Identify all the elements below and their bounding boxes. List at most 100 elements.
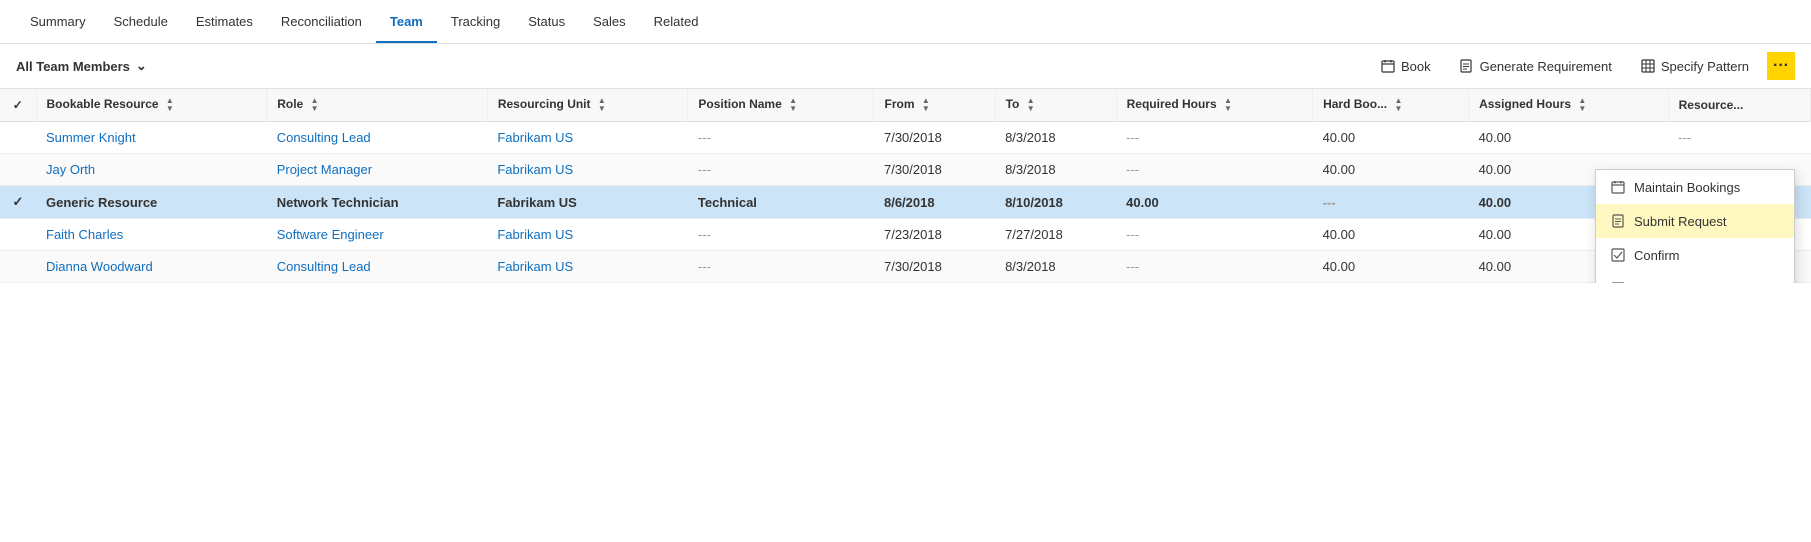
row-role: Software Engineer <box>267 219 488 251</box>
header-bookable-resource[interactable]: Bookable Resource ▲▼ <box>36 89 267 122</box>
team-table: ✓ Bookable Resource ▲▼ Role ▲▼ Resourcin… <box>0 89 1811 283</box>
generate-requirement-button[interactable]: Generate Requirement <box>1449 53 1622 79</box>
header-checkbox[interactable]: ✓ <box>13 98 23 112</box>
row-hard-boo: 40.00 <box>1313 251 1469 283</box>
row-hard-boo: --- <box>1313 186 1469 219</box>
pattern-icon <box>1640 58 1656 74</box>
row-required-hours: --- <box>1116 219 1312 251</box>
row-from: 7/30/2018 <box>874 251 995 283</box>
menu-label: Confirm <box>1634 248 1680 263</box>
tab-related[interactable]: Related <box>640 2 713 43</box>
row-from: 8/6/2018 <box>874 186 995 219</box>
sort-icon: ▲▼ <box>311 97 319 113</box>
resource-name[interactable]: Faith Charles <box>36 219 267 251</box>
sort-icon: ▲▼ <box>598 97 606 113</box>
row-resource-last: --- <box>1668 122 1810 154</box>
sort-icon: ▲▼ <box>1027 97 1035 113</box>
header-from[interactable]: From ▲▼ <box>874 89 995 122</box>
resource-name[interactable]: Dianna Woodward <box>36 251 267 283</box>
tab-sales[interactable]: Sales <box>579 2 640 43</box>
table-row: Faith Charles Software Engineer Fabrikam… <box>0 219 1811 251</box>
header-assigned-hours[interactable]: Assigned Hours ▲▼ <box>1469 89 1669 122</box>
header-resource-last-label: Resource... <box>1679 98 1744 112</box>
menu-item-submit-request[interactable]: Submit Request <box>1596 204 1794 238</box>
row-role: Network Technician <box>267 186 488 219</box>
resource-name[interactable]: Generic Resource <box>36 186 267 219</box>
row-required-hours: --- <box>1116 154 1312 186</box>
menu-item-maintain-bookings[interactable]: Maintain Bookings <box>1596 170 1794 204</box>
row-required-hours: 40.00 <box>1116 186 1312 219</box>
table-row: Jay Orth Project Manager Fabrikam US ---… <box>0 154 1811 186</box>
row-to: 8/10/2018 <box>995 186 1116 219</box>
menu-label: Maintain Bookings <box>1634 180 1740 195</box>
menu-label: Delete <box>1634 282 1672 284</box>
row-position-name: --- <box>688 154 874 186</box>
row-from: 7/23/2018 <box>874 219 995 251</box>
row-role: Project Manager <box>267 154 488 186</box>
delete-icon <box>1610 281 1626 283</box>
menu-item-delete[interactable]: Delete <box>1596 272 1794 283</box>
specify-pattern-button[interactable]: Specify Pattern <box>1630 53 1759 79</box>
header-resourcing-unit[interactable]: Resourcing Unit ▲▼ <box>487 89 688 122</box>
header-from-label: From <box>884 97 914 111</box>
row-check[interactable] <box>0 219 36 251</box>
row-position-name: --- <box>688 122 874 154</box>
sort-icon: ▲▼ <box>1224 97 1232 113</box>
calendar-icon <box>1380 58 1396 74</box>
specify-label: Specify Pattern <box>1661 59 1749 74</box>
more-icon: ··· <box>1773 57 1789 75</box>
menu-item-confirm[interactable]: Confirm <box>1596 238 1794 272</box>
tab-status[interactable]: Status <box>514 2 579 43</box>
row-required-hours: --- <box>1116 251 1312 283</box>
tab-estimates[interactable]: Estimates <box>182 2 267 43</box>
row-required-hours: --- <box>1116 122 1312 154</box>
filter-dropdown[interactable]: All Team Members ⌄ <box>16 58 147 74</box>
tab-team[interactable]: Team <box>376 2 437 43</box>
resource-name[interactable]: Summer Knight <box>36 122 267 154</box>
row-resourcing-unit: Fabrikam US <box>487 186 688 219</box>
tab-reconciliation[interactable]: Reconciliation <box>267 2 376 43</box>
generate-icon <box>1459 58 1475 74</box>
row-to: 7/27/2018 <box>995 219 1116 251</box>
header-check: ✓ <box>0 89 36 122</box>
chevron-down-icon: ⌄ <box>136 58 147 74</box>
menu-label: Submit Request <box>1634 214 1727 229</box>
header-role-label: Role <box>277 97 303 111</box>
resource-name[interactable]: Jay Orth <box>36 154 267 186</box>
book-button[interactable]: Book <box>1370 53 1441 79</box>
row-check[interactable] <box>0 251 36 283</box>
row-role: Consulting Lead <box>267 251 488 283</box>
sort-icon: ▲▼ <box>166 97 174 113</box>
tab-summary[interactable]: Summary <box>16 2 100 43</box>
table-container: ✓ Bookable Resource ▲▼ Role ▲▼ Resourcin… <box>0 89 1811 283</box>
top-nav: Summary Schedule Estimates Reconciliatio… <box>0 0 1811 44</box>
header-hard-boo[interactable]: Hard Boo... ▲▼ <box>1313 89 1469 122</box>
header-required-hours[interactable]: Required Hours ▲▼ <box>1116 89 1312 122</box>
row-hard-boo: 40.00 <box>1313 219 1469 251</box>
table-row: Dianna Woodward Consulting Lead Fabrikam… <box>0 251 1811 283</box>
row-resourcing-unit: Fabrikam US <box>487 154 688 186</box>
header-role[interactable]: Role ▲▼ <box>267 89 488 122</box>
toolbar: All Team Members ⌄ Book <box>0 44 1811 89</box>
row-check[interactable] <box>0 154 36 186</box>
row-resourcing-unit: Fabrikam US <box>487 122 688 154</box>
row-hard-boo: 40.00 <box>1313 154 1469 186</box>
sort-icon: ▲▼ <box>1394 97 1402 113</box>
row-check[interactable] <box>0 122 36 154</box>
document-icon <box>1610 213 1626 229</box>
header-position-name[interactable]: Position Name ▲▼ <box>688 89 874 122</box>
header-resourcing-unit-label: Resourcing Unit <box>498 97 591 111</box>
context-menu: Maintain Bookings Submit Request Confi <box>1595 169 1795 283</box>
row-position-name: Technical <box>688 186 874 219</box>
row-to: 8/3/2018 <box>995 154 1116 186</box>
tab-tracking[interactable]: Tracking <box>437 2 514 43</box>
tab-schedule[interactable]: Schedule <box>100 2 182 43</box>
row-resourcing-unit: Fabrikam US <box>487 219 688 251</box>
row-check[interactable]: ✓ <box>0 186 36 219</box>
header-to[interactable]: To ▲▼ <box>995 89 1116 122</box>
more-options-button[interactable]: ··· <box>1767 52 1795 80</box>
header-resource-last: Resource... <box>1668 89 1810 122</box>
row-assigned-hours: 40.00 <box>1469 122 1669 154</box>
header-required-hours-label: Required Hours <box>1127 97 1217 111</box>
filter-label: All Team Members <box>16 59 130 74</box>
